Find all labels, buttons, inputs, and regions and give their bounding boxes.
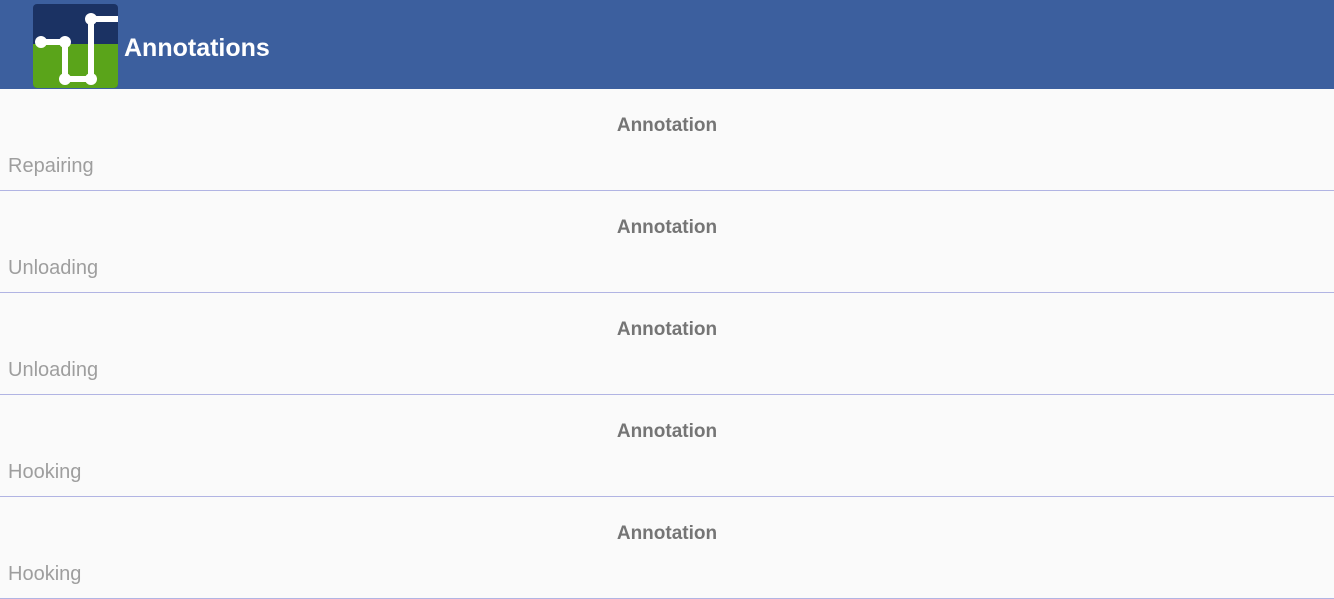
list-item-subtitle: Unloading — [8, 359, 99, 381]
list-item-title: Annotation — [616, 523, 718, 544]
list-item-subtitle: Hooking — [8, 461, 82, 483]
route-logo-icon[interactable] — [33, 4, 118, 88]
list-item[interactable]: Annotation Hooking — [0, 497, 1334, 599]
list-item[interactable]: Annotation Unloading — [0, 191, 1334, 293]
annotation-list: Annotation Repairing Annotation Unloadin… — [0, 89, 1334, 599]
list-item[interactable]: Annotation Hooking — [0, 395, 1334, 497]
list-item-title: Annotation — [616, 115, 718, 136]
list-item-subtitle: Repairing — [8, 155, 94, 177]
list-item[interactable]: Annotation Repairing — [0, 89, 1334, 191]
list-item-subtitle: Unloading — [8, 257, 99, 279]
page-title: Annotations — [124, 34, 270, 62]
list-item-title: Annotation — [616, 217, 718, 238]
list-item-title: Annotation — [616, 319, 718, 340]
list-item-title: Annotation — [616, 421, 718, 442]
app-bar: Annotations — [0, 0, 1334, 89]
list-item[interactable]: Annotation Unloading — [0, 293, 1334, 395]
list-item-subtitle: Hooking — [8, 563, 82, 585]
